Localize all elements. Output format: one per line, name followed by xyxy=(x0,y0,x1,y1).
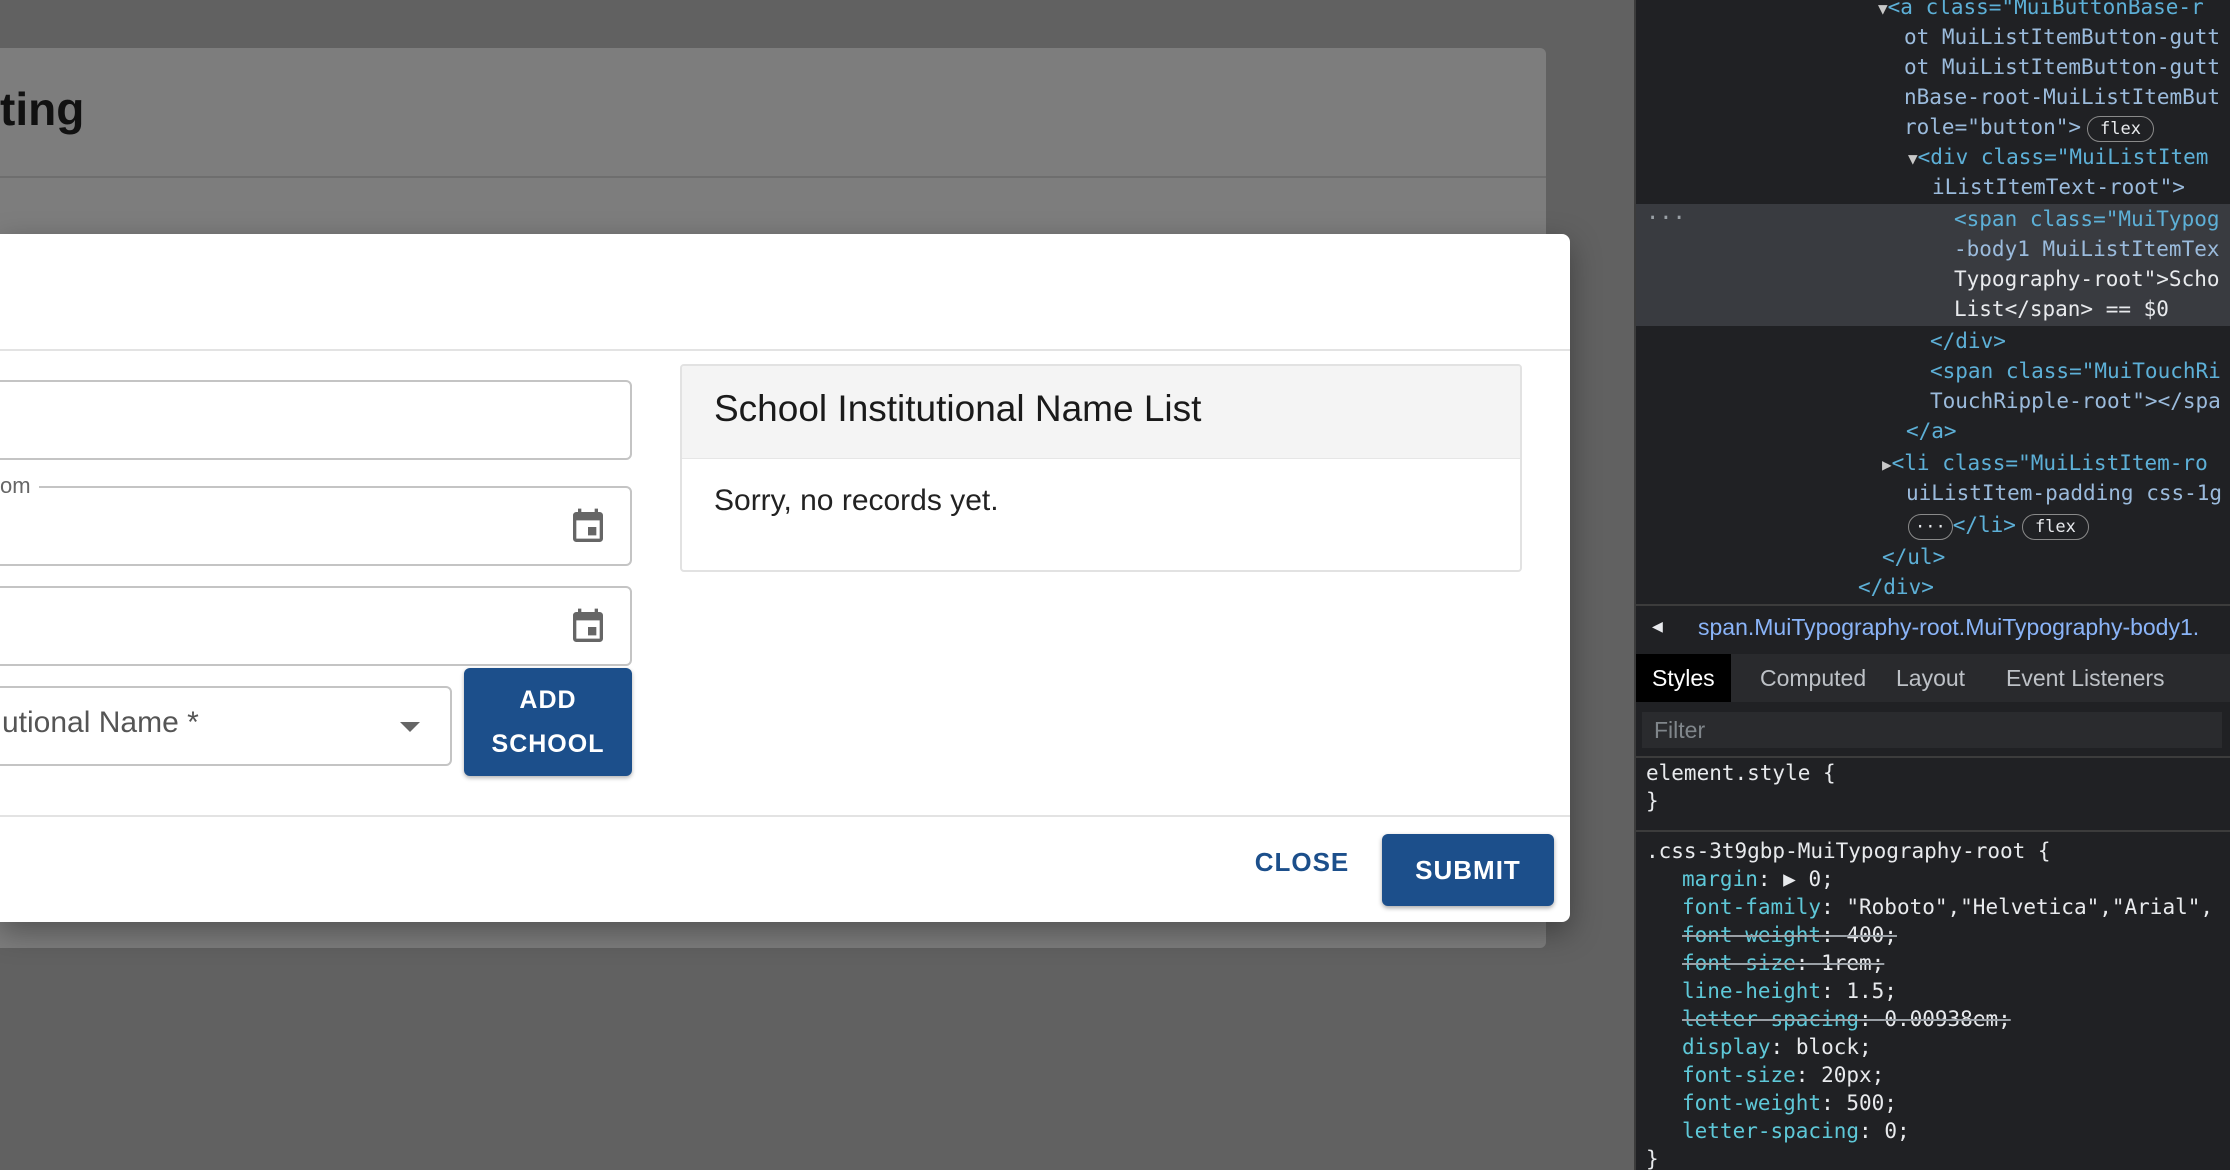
flex-badge[interactable]: flex xyxy=(2021,514,2089,540)
rule-close-brace: } xyxy=(1646,789,1659,813)
collapse-triangle-icon[interactable]: ▶ xyxy=(1882,455,1892,474)
element-style-selector[interactable]: element.style { xyxy=(1646,758,1836,788)
css-value[interactable]: 20px; xyxy=(1821,1063,1884,1087)
dom-line[interactable]: </li> xyxy=(1953,513,2016,537)
dom-line[interactable]: <span class="MuiTouchRi xyxy=(1930,359,2221,383)
dialog-header-divider xyxy=(0,349,1570,351)
dom-line[interactable]: iListItemText-root"> xyxy=(1932,175,2185,199)
elements-dom-tree[interactable]: ··· ▼<a class="MuiButtonBase-r ot MuiLis… xyxy=(1636,0,2230,600)
flex-badge[interactable]: flex xyxy=(2087,116,2154,142)
css-prop[interactable]: font-size xyxy=(1682,1063,1796,1087)
css-value[interactable]: ▶ 0; xyxy=(1783,867,1834,891)
styles-pane: element.style { } .css-3t9gbp-MuiTypogra… xyxy=(1636,758,2230,1170)
dom-line[interactable]: <a class="MuiButtonBase-r xyxy=(1888,0,2204,19)
dom-line[interactable]: <li class="MuiListItem-ro xyxy=(1892,451,2208,475)
text-field[interactable] xyxy=(0,380,632,460)
css-prop[interactable]: font-weight xyxy=(1682,923,1821,947)
dom-line[interactable]: ot MuiListItemButton-gutt xyxy=(1904,55,2220,79)
breadcrumb-path[interactable]: span.MuiTypography-root.MuiTypography-bo… xyxy=(1698,614,2199,641)
list-panel-header: School Institutional Name List xyxy=(682,366,1520,459)
rule-separator xyxy=(1636,830,2230,832)
ellipsis-badge-icon[interactable]: ··· xyxy=(1908,514,1953,540)
date-from-field[interactable]: om xyxy=(0,472,632,566)
add-school-dialog: om utional Name * ADD SCHOOL School Inst… xyxy=(0,234,1570,922)
add-school-label-line1: ADD xyxy=(519,686,577,714)
css-prop[interactable]: display xyxy=(1682,1035,1771,1059)
tab-event-listeners[interactable]: Event Listeners xyxy=(1990,654,2181,702)
dom-line-selected[interactable]: -body1 MuiListItemTex xyxy=(1954,237,2220,261)
css-value[interactable]: "Roboto","Helvetica","Arial", xyxy=(1846,895,2213,919)
css-declaration-overridden[interactable]: font-size: 1rem; xyxy=(1682,948,1884,978)
dom-line[interactable]: TouchRipple-root"></spa xyxy=(1930,389,2221,413)
css-prop[interactable]: font-family xyxy=(1682,895,1821,919)
css-declaration[interactable]: letter-spacing: 0; xyxy=(1682,1116,1910,1146)
css-declaration[interactable]: font-size: 20px; xyxy=(1682,1060,1884,1090)
tab-computed[interactable]: Computed xyxy=(1744,654,1882,702)
add-school-label-line2: SCHOOL xyxy=(491,730,605,758)
css-prop[interactable]: letter-spacing xyxy=(1682,1119,1859,1143)
dom-line[interactable]: uiListItem-padding css-1g xyxy=(1906,481,2222,505)
node-actions-ellipsis-icon[interactable]: ··· xyxy=(1646,206,1686,231)
dom-line[interactable]: <div class="MuiListItem xyxy=(1918,145,2209,169)
background-page-title: ting xyxy=(0,83,85,135)
css-value[interactable]: 0.00938em; xyxy=(1884,1007,2010,1031)
expand-triangle-icon[interactable]: ▼ xyxy=(1878,0,1888,18)
dom-line[interactable]: </div> xyxy=(1930,329,2006,353)
css-prop[interactable]: margin xyxy=(1682,867,1758,891)
css-declaration-overridden[interactable]: font-weight: 400; xyxy=(1682,920,1897,950)
dom-line[interactable]: role="button"> xyxy=(1904,115,2081,139)
css-value[interactable]: 1.5; xyxy=(1846,979,1897,1003)
css-declaration[interactable]: font-weight: 500; xyxy=(1682,1088,1897,1118)
dropdown-arrow-icon[interactable] xyxy=(400,722,420,732)
tab-styles[interactable]: Styles xyxy=(1636,654,1731,702)
dom-line-selected[interactable]: List</span> == $0 xyxy=(1954,297,2169,321)
institutional-name-select[interactable]: utional Name * xyxy=(0,686,452,766)
app-area: ting om utional Name * ADD SCHOOL School… xyxy=(0,0,1634,1170)
devtools-tabs: Styles Computed Layout Event Listeners xyxy=(1636,654,2230,702)
css-value[interactable]: 0; xyxy=(1884,1119,1909,1143)
dom-line[interactable]: </a> xyxy=(1906,419,1957,443)
dom-line[interactable]: </div> xyxy=(1858,575,1934,599)
close-button[interactable]: CLOSE xyxy=(1242,830,1362,894)
expand-triangle-icon[interactable]: ▼ xyxy=(1908,149,1918,168)
filter-bar: Filter xyxy=(1636,704,2230,758)
dom-line[interactable]: </ul> xyxy=(1882,545,1945,569)
calendar-icon[interactable] xyxy=(568,506,608,548)
rule-selector[interactable]: .css-3t9gbp-MuiTypography-root { xyxy=(1646,836,2051,866)
rule-close-brace: } xyxy=(1646,1147,1659,1170)
tab-layout[interactable]: Layout xyxy=(1880,654,1981,702)
dom-line[interactable]: nBase-root-MuiListItemBut xyxy=(1904,85,2220,109)
styles-filter-input[interactable]: Filter xyxy=(1642,712,2222,748)
css-value[interactable]: 400; xyxy=(1846,923,1897,947)
list-title: School Institutional Name List xyxy=(714,388,1202,429)
devtools-panel: ··· ▼<a class="MuiButtonBase-r ot MuiLis… xyxy=(1634,0,2230,1170)
submit-button[interactable]: SUBMIT xyxy=(1382,834,1554,906)
select-placeholder: utional Name * xyxy=(2,706,199,739)
css-prop[interactable]: line-height xyxy=(1682,979,1821,1003)
css-prop[interactable]: letter-spacing xyxy=(1682,1007,1859,1031)
css-declaration[interactable]: line-height: 1.5; xyxy=(1682,976,1897,1006)
css-prop[interactable]: font-weight xyxy=(1682,1091,1821,1115)
date-to-field[interactable] xyxy=(0,586,632,666)
css-declaration[interactable]: margin: ▶ 0; xyxy=(1682,864,1834,894)
add-school-button[interactable]: ADD SCHOOL xyxy=(464,668,632,776)
school-list-panel: School Institutional Name List Sorry, no… xyxy=(680,364,1522,572)
calendar-icon[interactable] xyxy=(568,606,608,648)
breadcrumb-back-icon[interactable]: ◀ xyxy=(1652,616,1663,637)
css-value[interactable]: block; xyxy=(1796,1035,1872,1059)
date-from-label: om xyxy=(0,472,39,500)
css-declaration[interactable]: display: block; xyxy=(1682,1032,1872,1062)
dom-line-selected[interactable]: Typography-root">Scho xyxy=(1954,267,2220,291)
css-value[interactable]: 500; xyxy=(1846,1091,1897,1115)
breadcrumb: ◀ span.MuiTypography-root.MuiTypography-… xyxy=(1636,604,2230,656)
dom-line[interactable]: ot MuiListItemButton-gutt xyxy=(1904,25,2220,49)
dialog-footer-divider xyxy=(0,815,1570,817)
css-prop[interactable]: font-size xyxy=(1682,951,1796,975)
background-divider xyxy=(0,176,1546,178)
empty-message: Sorry, no records yet. xyxy=(714,484,999,517)
css-declaration[interactable]: font-family: "Roboto","Helvetica","Arial… xyxy=(1682,892,2213,922)
dom-line-selected[interactable]: <span class="MuiTypog xyxy=(1954,207,2220,231)
css-value[interactable]: 1rem; xyxy=(1821,951,1884,975)
css-declaration-overridden[interactable]: letter-spacing: 0.00938em; xyxy=(1682,1004,2011,1034)
